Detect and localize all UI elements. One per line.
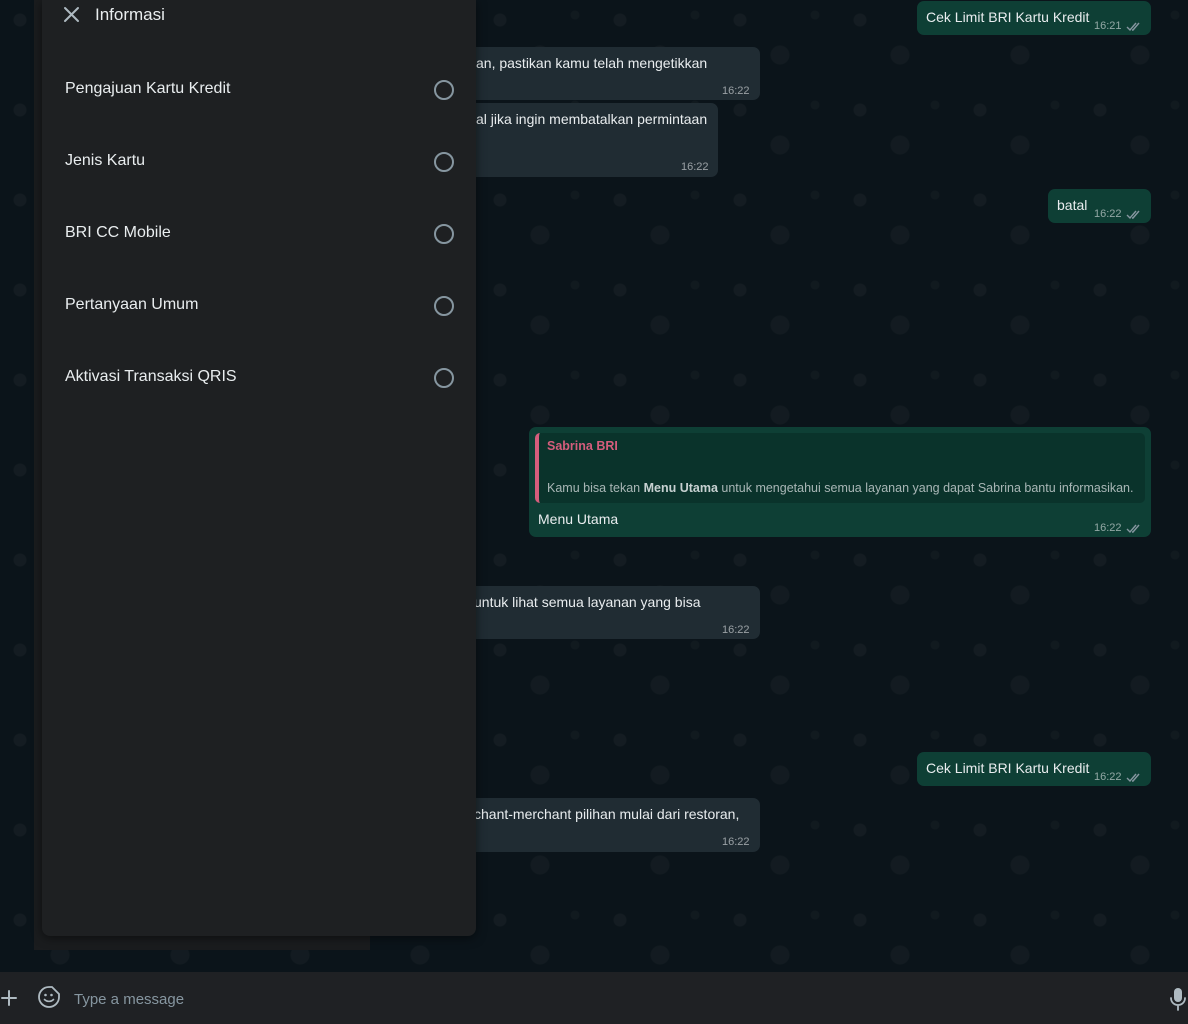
message-outgoing[interactable]: batal 16:22 (1048, 189, 1151, 223)
message-time: 16:22 (722, 85, 750, 97)
option-label: Aktivasi Transaksi QRIS (65, 368, 237, 385)
message-time: 16:21 (1094, 17, 1142, 35)
option-bri-cc-mobile[interactable]: BRI CC Mobile (42, 214, 476, 274)
quoted-message-text: Kamu bisa tekan Menu Utama untuk mengeta… (547, 481, 1134, 495)
double-check-icon (1126, 524, 1140, 533)
message-time: 16:22 (1094, 205, 1142, 223)
close-button[interactable] (58, 4, 84, 26)
close-icon (64, 7, 79, 22)
double-check-icon (1126, 210, 1140, 219)
attach-button[interactable] (0, 986, 20, 1010)
message-incoming[interactable]: chant-merchant pilihan mulai dari restor… (460, 798, 760, 852)
message-time: 16:22 (722, 836, 750, 848)
radio-button[interactable] (434, 152, 454, 172)
radio-button[interactable] (434, 368, 454, 388)
message-text: Cek Limit BRI Kartu Kredit (926, 760, 1090, 776)
double-check-icon (1126, 22, 1140, 31)
option-pertanyaan-umum[interactable]: Pertanyaan Umum (42, 286, 476, 346)
plus-icon (1, 990, 17, 1006)
message-text: Cek Limit BRI Kartu Kredit (926, 9, 1090, 25)
option-label: BRI CC Mobile (65, 224, 171, 241)
message-outgoing-with-quote[interactable]: Sabrina BRI Kamu bisa tekan Menu Utama u… (529, 427, 1151, 537)
radio-button[interactable] (434, 224, 454, 244)
message-text: al jika ingin membatalkan permintaan (476, 111, 708, 127)
message-time: 16:22 (1094, 768, 1142, 786)
sticker-button[interactable] (37, 985, 61, 1009)
sticker-icon (38, 986, 60, 1008)
radio-button[interactable] (434, 296, 454, 316)
radio-button[interactable] (434, 80, 454, 100)
microphone-icon (1170, 988, 1186, 1011)
option-aktivasi-transaksi-qris[interactable]: Aktivasi Transaksi QRIS (42, 358, 476, 418)
option-pengajuan-kartu-kredit[interactable]: Pengajuan Kartu Kredit (42, 70, 476, 130)
option-jenis-kartu[interactable]: Jenis Kartu (42, 142, 476, 202)
message-text: Menu Utama (538, 511, 619, 527)
message-incoming[interactable]: an, pastikan kamu telah mengetikkan 16:2… (460, 47, 760, 100)
message-text: chant-merchant pilihan mulai dari restor… (474, 806, 740, 822)
list-options-panel: Informasi Pengajuan Kartu Kredit Jenis K… (42, 0, 476, 936)
panel-title: Informasi (95, 5, 165, 24)
message-outgoing[interactable]: Cek Limit BRI Kartu Kredit 16:22 (917, 752, 1151, 786)
option-label: Pengajuan Kartu Kredit (65, 80, 231, 97)
message-time: 16:22 (722, 624, 750, 636)
double-check-icon (1126, 773, 1140, 782)
quoted-sender-name: Sabrina BRI (547, 439, 618, 453)
message-text: untuk lihat semua layanan yang bisa (474, 594, 701, 610)
option-label: Jenis Kartu (65, 152, 146, 169)
message-incoming[interactable]: al jika ingin membatalkan permintaan 16:… (460, 103, 718, 177)
message-input[interactable] (64, 982, 1156, 1016)
message-text: an, pastikan kamu telah mengetikkan (476, 55, 708, 71)
option-label: Pertanyaan Umum (65, 296, 199, 313)
message-outgoing[interactable]: Cek Limit BRI Kartu Kredit 16:21 (917, 1, 1151, 35)
message-time: 16:22 (1094, 519, 1142, 537)
quoted-message[interactable]: Sabrina BRI Kamu bisa tekan Menu Utama u… (535, 433, 1145, 503)
message-text: batal (1057, 197, 1088, 213)
message-time: 16:22 (681, 161, 709, 173)
voice-message-button[interactable] (1168, 986, 1188, 1012)
message-composer (0, 972, 1188, 1024)
message-incoming[interactable]: untuk lihat semua layanan yang bisa 16:2… (460, 586, 760, 639)
